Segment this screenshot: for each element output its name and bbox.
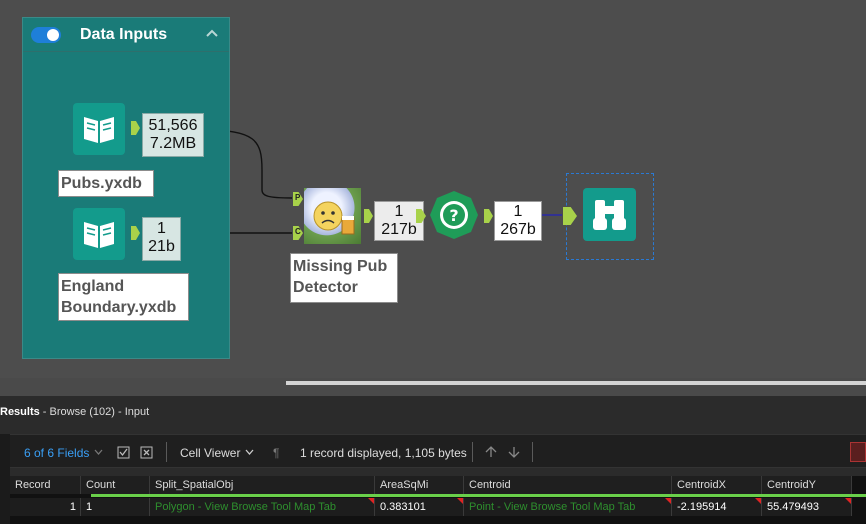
- workflow-canvas[interactable]: Data Inputs 51,566 7.2MB Pubs.yxdb 1 21b…: [0, 0, 866, 378]
- pilcrow-icon[interactable]: ¶: [273, 446, 279, 460]
- record-count: 1: [513, 203, 523, 220]
- truncation-marker: [665, 498, 671, 504]
- record-count: 51,566: [148, 117, 198, 134]
- results-panel: Results - Browse (102) - Input 6 of 6 Fi…: [0, 396, 866, 524]
- record-count-badge: 1 267b: [494, 201, 542, 241]
- truncation-marker: [755, 498, 761, 504]
- truncation-marker: [457, 498, 463, 504]
- table-cell[interactable]: -2.195914: [672, 498, 762, 516]
- data-size: 217b: [381, 221, 417, 238]
- tool-label-missing-pub-detector: Missing Pub Detector: [290, 253, 398, 303]
- results-heading: Results: [0, 406, 40, 418]
- table-cell[interactable]: Point - View Browse Tool Map Tab: [464, 498, 672, 516]
- data-size: 21b: [148, 238, 175, 255]
- deselect-icon[interactable]: [140, 446, 153, 459]
- results-title: Results - Browse (102) - Input: [0, 406, 149, 418]
- canvas-horizontal-scrollbar[interactable]: [286, 381, 866, 385]
- column-header[interactable]: Count: [81, 476, 150, 494]
- toolbar-divider: [166, 442, 167, 462]
- close-icon[interactable]: [850, 442, 866, 462]
- tool-label-pubs: Pubs.yxdb: [58, 170, 154, 197]
- fields-dropdown[interactable]: 6 of 6 Fields: [24, 446, 89, 460]
- data-size: 7.2MB: [149, 135, 197, 152]
- tool-label-england-boundary: England Boundary.yxdb: [58, 273, 189, 321]
- checkbox-icon[interactable]: [117, 446, 130, 459]
- svg-text:?: ?: [449, 206, 458, 225]
- input-tool-england-boundary[interactable]: [73, 208, 125, 260]
- cell-text: 0.383101: [380, 501, 426, 513]
- container-toggle[interactable]: [31, 27, 61, 43]
- chevron-down-icon[interactable]: [245, 449, 254, 455]
- anchor-label-c: C: [295, 227, 301, 236]
- field-quality-bar: [91, 494, 866, 497]
- side-strip: [0, 434, 10, 524]
- container-header[interactable]: Data Inputs: [23, 18, 229, 52]
- record-count: 1: [394, 203, 404, 220]
- cell-text: Polygon - View Browse Tool Map Tab: [155, 501, 336, 513]
- data-size: 267b: [500, 221, 536, 238]
- browse-tool[interactable]: [583, 188, 636, 241]
- column-header[interactable]: Centroid: [464, 476, 672, 494]
- book-icon: [84, 117, 114, 143]
- table-cell[interactable]: Polygon - View Browse Tool Map Tab: [150, 498, 375, 516]
- results-subheading: - Browse (102) - Input: [39, 406, 150, 418]
- container-title: Data Inputs: [80, 26, 168, 43]
- sad-face-icon: [313, 201, 355, 235]
- anchor-label-p: P: [295, 193, 301, 202]
- cell-viewer-dropdown[interactable]: Cell Viewer: [180, 446, 240, 460]
- truncation-marker: [368, 498, 374, 504]
- table-cell[interactable]: 55.479493: [762, 498, 852, 516]
- binoculars-icon: [593, 200, 626, 230]
- column-header[interactable]: CentroidX: [672, 476, 762, 494]
- results-toolbar: 6 of 6 Fields Cell Viewer ¶ 1 record dis…: [10, 434, 866, 468]
- column-header[interactable]: AreaSqMi: [375, 476, 464, 494]
- column-header[interactable]: Record: [10, 476, 81, 494]
- chevron-up-icon[interactable]: [205, 26, 219, 40]
- toolbar-divider: [472, 442, 473, 462]
- arrow-down-icon[interactable]: [508, 446, 520, 458]
- book-icon: [84, 222, 114, 248]
- record-count-badge: 51,566 7.2MB: [142, 113, 204, 157]
- truncation-marker: [845, 498, 851, 504]
- chevron-down-icon[interactable]: [94, 449, 103, 455]
- toolbar-divider: [532, 442, 533, 462]
- input-tool-pubs[interactable]: [73, 103, 125, 155]
- cell-text: -2.195914: [677, 501, 727, 513]
- table-cell[interactable]: 0.383101: [375, 498, 464, 516]
- record-number-cell[interactable]: 1: [10, 498, 81, 516]
- column-header[interactable]: CentroidY: [762, 476, 852, 494]
- record-status: 1 record displayed, 1,105 bytes: [300, 446, 467, 460]
- cell-text: Point - View Browse Tool Map Tab: [469, 501, 636, 513]
- table-cell[interactable]: 1: [81, 498, 150, 516]
- record-count: 1: [157, 220, 166, 237]
- test-tool-icon[interactable]: ?: [428, 190, 480, 240]
- record-count-badge: 1 21b: [142, 217, 181, 261]
- arrow-up-icon[interactable]: [485, 446, 497, 458]
- results-grid: Record Count Split_SpatialObj AreaSqMi C…: [10, 476, 866, 524]
- cell-text: 55.479493: [767, 501, 819, 513]
- column-header[interactable]: Split_SpatialObj: [150, 476, 375, 494]
- macro-tool-missing-pub-detector[interactable]: [304, 188, 361, 244]
